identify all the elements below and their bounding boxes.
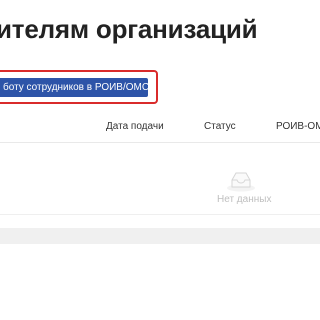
column-header-status[interactable]: Статус (204, 121, 236, 132)
bottom-area (0, 244, 320, 320)
table-header: Дата подачи Статус РОИВ-ОМС (0, 110, 320, 143)
table-empty-state: Нет данных (0, 142, 320, 215)
page-title: ителям организаций (0, 14, 258, 44)
empty-state-text: Нет данных (217, 194, 272, 205)
column-header-date[interactable]: Дата подачи (106, 121, 164, 132)
column-header-roiv[interactable]: РОИВ-ОМС (276, 121, 320, 132)
page: ителям организаций боту сотрудников в РО… (0, 0, 320, 320)
employees-action-button[interactable]: боту сотрудников в РОИВ/ОМСУ (0, 78, 148, 97)
empty-inbox-icon (227, 172, 255, 192)
footer-band (0, 228, 320, 244)
